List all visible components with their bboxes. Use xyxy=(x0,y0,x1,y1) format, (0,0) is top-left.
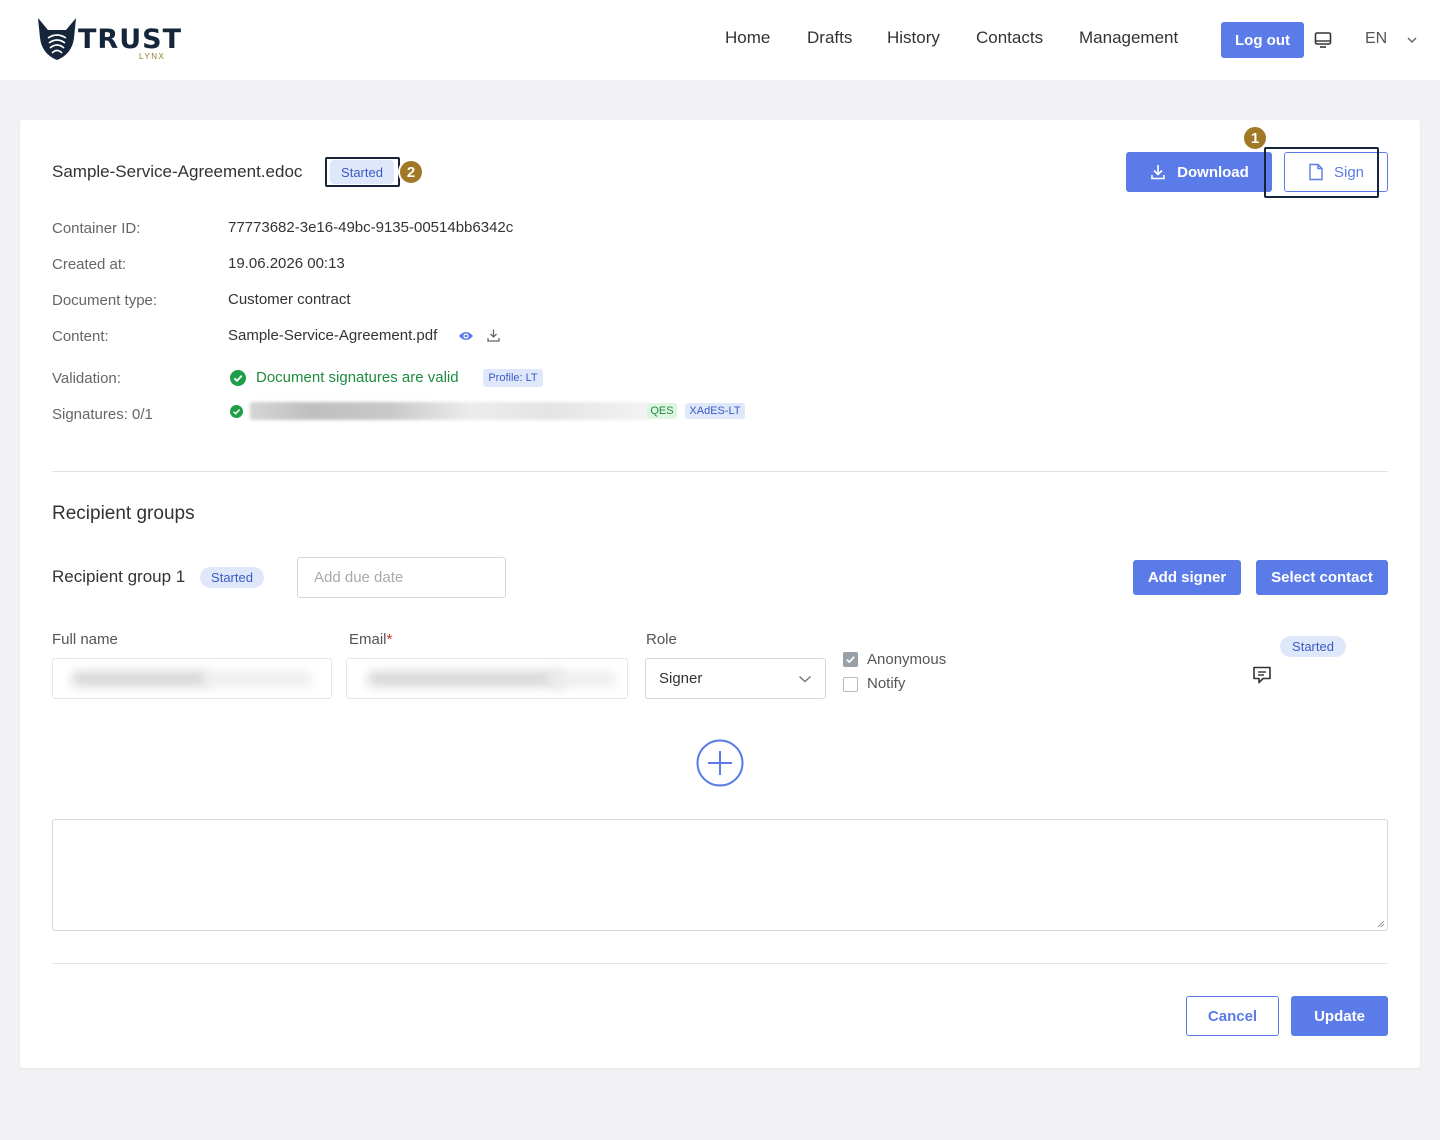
full-name-column-label: Full name xyxy=(52,631,118,648)
chevron-down-icon[interactable] xyxy=(1406,34,1418,46)
email-field[interactable] xyxy=(346,658,628,699)
container-id-label: Container ID: xyxy=(52,220,141,237)
email-column-label: Email* xyxy=(349,631,392,648)
logo-subtext: LYNX xyxy=(139,52,166,61)
recipient-group-title: Recipient group 1 xyxy=(52,567,186,586)
step-marker-1: 1 xyxy=(1242,125,1268,151)
eye-icon[interactable] xyxy=(458,329,474,343)
step-marker-2: 2 xyxy=(398,159,424,185)
group-status-badge: Started xyxy=(200,567,264,588)
due-date-input[interactable]: Add due date xyxy=(297,557,506,598)
created-at-label: Created at: xyxy=(52,256,127,273)
comment-icon[interactable] xyxy=(1251,664,1273,686)
nav-history[interactable]: History xyxy=(887,28,940,48)
document-filename: Sample-Service-Agreement.edoc xyxy=(52,162,303,181)
nav-drafts[interactable]: Drafts xyxy=(807,28,852,48)
logo-text: TRUST xyxy=(78,24,182,55)
notify-label: Notify xyxy=(867,675,906,692)
content-label: Content: xyxy=(52,328,109,345)
role-value: Signer xyxy=(659,670,703,687)
role-column-label: Role xyxy=(646,631,677,648)
container-id-value: 77773682-3e16-49bc-9135-00514bb6342c xyxy=(228,219,514,236)
download-icon[interactable] xyxy=(486,328,501,343)
divider xyxy=(52,471,1388,472)
required-marker: * xyxy=(386,631,393,648)
signature-format-tag: XAdES-LT xyxy=(685,403,745,419)
validation-label: Validation: xyxy=(52,370,121,387)
validation-status: Document signatures are valid xyxy=(256,369,459,386)
nav-management[interactable]: Management xyxy=(1079,28,1178,48)
anonymous-label: Anonymous xyxy=(867,651,947,668)
cancel-button[interactable]: Cancel xyxy=(1186,996,1279,1036)
document-type-value: Customer contract xyxy=(228,291,351,308)
content-filename[interactable]: Sample-Service-Agreement.pdf xyxy=(228,327,437,344)
signer-name-redacted xyxy=(250,402,650,420)
resize-handle-icon[interactable] xyxy=(1376,919,1385,928)
recipient-groups-title: Recipient groups xyxy=(52,503,195,524)
highlight-box-status xyxy=(325,157,400,187)
logout-button[interactable]: Log out xyxy=(1221,22,1304,58)
download-icon xyxy=(1151,165,1165,180)
notify-checkbox[interactable] xyxy=(843,677,858,692)
download-label: Download xyxy=(1177,163,1249,181)
chevron-down-icon xyxy=(799,675,811,682)
anonymous-checkbox[interactable] xyxy=(843,652,858,667)
nav-contacts[interactable]: Contacts xyxy=(976,28,1043,48)
check-circle-icon xyxy=(230,405,243,418)
update-button[interactable]: Update xyxy=(1291,996,1388,1036)
created-at-value: 19.06.2026 00:13 xyxy=(228,255,345,272)
profile-tag: Profile: LT xyxy=(483,369,543,387)
select-contact-button[interactable]: Select contact xyxy=(1256,560,1388,595)
check-circle-icon xyxy=(230,370,246,386)
download-button[interactable]: Download xyxy=(1126,152,1272,192)
checkmark-icon xyxy=(846,656,855,664)
signature-level-tag: QES xyxy=(647,403,677,419)
full-name-field[interactable] xyxy=(52,658,332,699)
highlight-box-sign xyxy=(1264,147,1379,198)
role-select[interactable]: Signer xyxy=(645,658,826,699)
signatures-label: Signatures: 0/1 xyxy=(52,406,153,423)
email-label-text: Email xyxy=(349,631,387,648)
monitor-icon[interactable] xyxy=(1313,30,1333,50)
recipient-status-badge: Started xyxy=(1280,636,1346,657)
add-signer-button[interactable]: Add signer xyxy=(1133,560,1241,595)
document-type-label: Document type: xyxy=(52,292,158,309)
add-recipient-group-icon[interactable] xyxy=(696,739,744,787)
top-navbar: TRUST LYNX Home Drafts History Contacts … xyxy=(0,0,1440,80)
message-textarea[interactable] xyxy=(52,819,1388,931)
nav-home[interactable]: Home xyxy=(725,28,770,48)
divider xyxy=(52,963,1388,964)
lynx-head-icon xyxy=(38,18,76,60)
language-selector[interactable]: EN xyxy=(1365,30,1387,48)
trust-lynx-logo[interactable]: TRUST LYNX xyxy=(36,16,186,66)
